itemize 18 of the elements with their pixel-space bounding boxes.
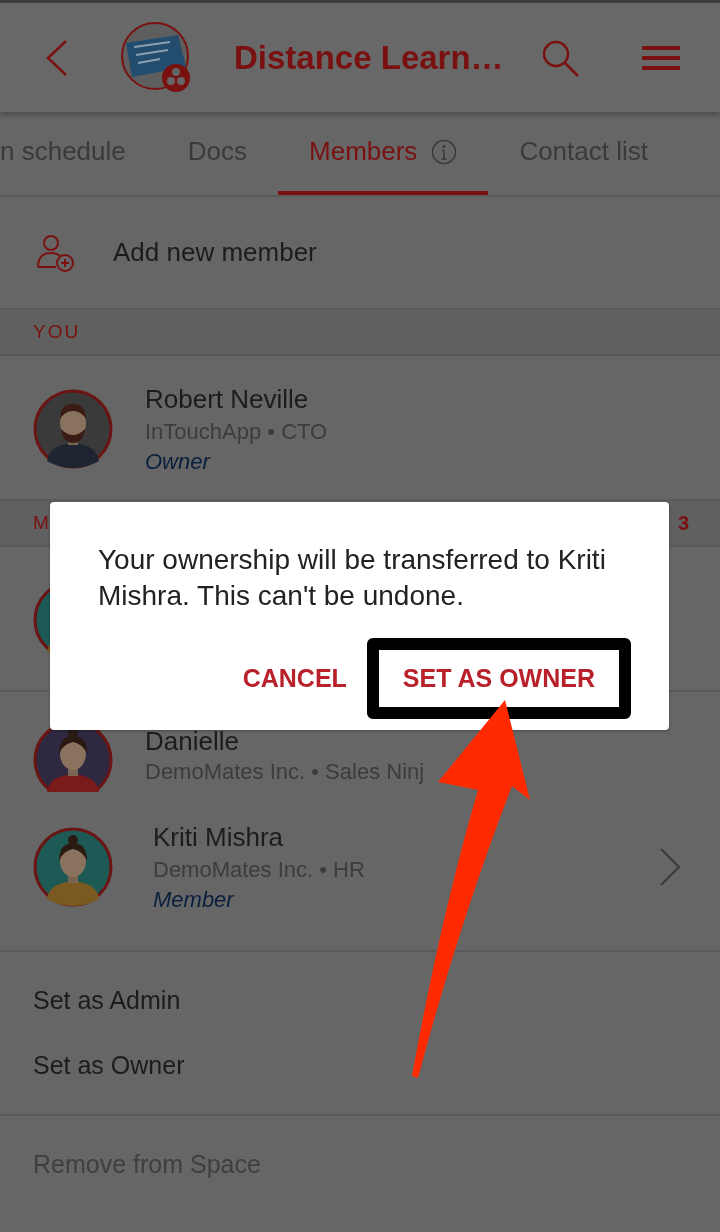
dialog-button[interactable]: SET AS OWNER (366, 638, 631, 719)
tab[interactable]: Members (278, 112, 489, 195)
add-person-icon (36, 232, 76, 273)
member-name: Robert Neville (145, 383, 310, 415)
info-icon[interactable] (431, 138, 458, 165)
member-role: Owner (145, 449, 212, 475)
member-role: Member (153, 887, 236, 913)
menu-action[interactable]: Set as Admin (0, 968, 214, 1033)
member-name: Kriti Mishra (153, 821, 284, 853)
member-name: Danielle (145, 725, 240, 757)
dialog-message: Your ownership will be transferred to Kriti Mishra. This can't be undone. (98, 543, 607, 613)
chevron-right-icon[interactable] (658, 846, 682, 888)
section-heading: YOU (33, 321, 81, 343)
section-heading: M (33, 512, 51, 534)
member-count: 3 (677, 511, 691, 535)
space-title: Distance Learn… (234, 38, 504, 77)
menu-icon[interactable] (641, 44, 680, 71)
menu-action[interactable]: Set as Owner (0, 1033, 218, 1098)
